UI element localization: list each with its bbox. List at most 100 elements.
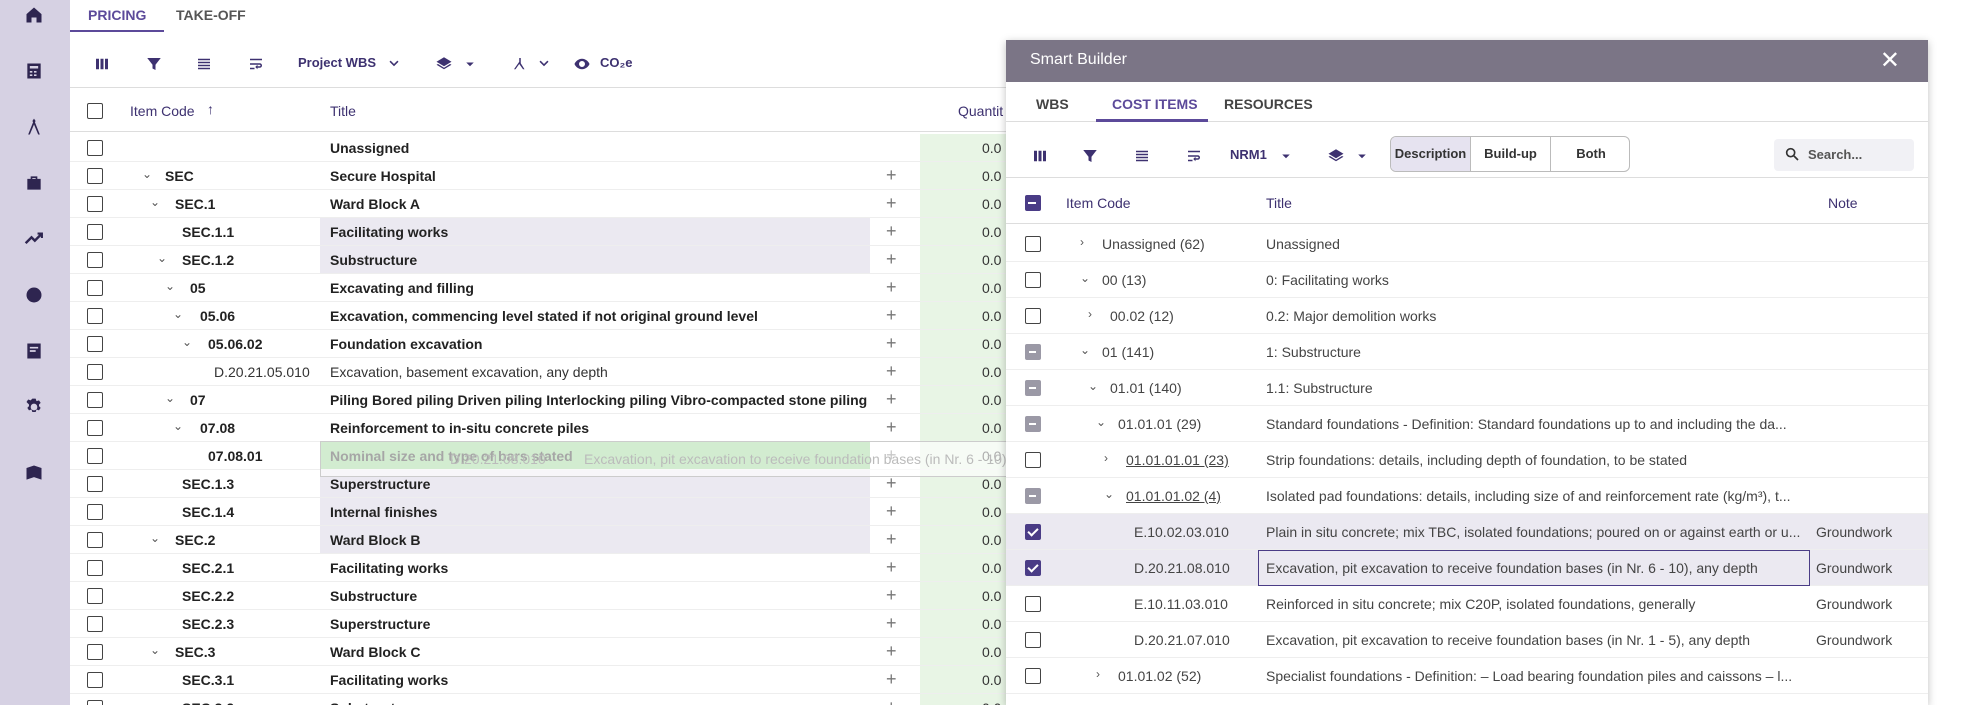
density-icon[interactable] xyxy=(194,54,214,74)
column-item-code[interactable]: Item Code xyxy=(1066,195,1131,211)
row-checkbox[interactable] xyxy=(87,448,103,464)
row-checkbox[interactable] xyxy=(1025,524,1041,540)
chevron-down-icon[interactable] xyxy=(534,54,554,74)
tab-wbs[interactable]: WBS xyxy=(1036,96,1069,112)
eye-icon[interactable] xyxy=(572,54,592,74)
row-checkbox[interactable] xyxy=(87,252,103,268)
add-icon[interactable]: + xyxy=(886,305,897,326)
chevron-down-icon[interactable]: ⌄ xyxy=(142,167,152,181)
cost-item-row[interactable]: ⌄ 01 (141) 1: Substructure xyxy=(1006,334,1928,370)
add-icon[interactable]: + xyxy=(886,417,897,438)
cost-item-row[interactable]: ⌄ 01.01.01.02 (4) Isolated pad foundations… xyxy=(1006,478,1928,514)
both-toggle[interactable]: Both xyxy=(1551,137,1629,171)
row-checkbox[interactable] xyxy=(87,364,103,380)
cost-item-row[interactable]: ⌄ 01.01.01 (29) Standard foundations - Def… xyxy=(1006,406,1928,442)
wrap-text-icon[interactable] xyxy=(1184,146,1204,166)
caret-down-icon[interactable] xyxy=(460,54,480,74)
add-icon[interactable]: + xyxy=(886,249,897,270)
row-checkbox[interactable] xyxy=(87,280,103,296)
trend-chart-icon[interactable] xyxy=(23,228,45,250)
table-row[interactable]: SEC.1.4 Internal finishes +0.0 xyxy=(70,498,1010,526)
add-icon[interactable]: + xyxy=(886,613,897,634)
add-icon[interactable]: + xyxy=(886,389,897,410)
table-row[interactable]: ⌄ SEC.2 Ward Block B +0.0 xyxy=(70,526,1010,554)
add-icon[interactable]: + xyxy=(886,165,897,186)
search-input[interactable]: Search... xyxy=(1774,139,1914,171)
row-checkbox[interactable] xyxy=(87,532,103,548)
cost-item-row[interactable]: › 00.02 (12) 0.2: Major demolition works xyxy=(1006,298,1928,334)
table-row[interactable]: SEC.2.2 Substructure +0.0 xyxy=(70,582,1010,610)
row-checkbox[interactable] xyxy=(1025,488,1041,504)
table-row[interactable]: ⌄ 07 Piling Bored piling Driven piling Int… xyxy=(70,386,1010,414)
chevron-down-icon[interactable]: ⌄ xyxy=(182,335,192,349)
chevron-down-icon[interactable]: ⌄ xyxy=(150,643,160,657)
column-title[interactable]: Title xyxy=(330,103,356,119)
row-checkbox[interactable] xyxy=(87,224,103,240)
row-checkbox[interactable] xyxy=(87,672,103,688)
table-row[interactable]: ⌄ SEC.3 Ward Block C +0.0 xyxy=(70,638,1010,666)
cost-item-row[interactable]: D.20.21.08.010 Excavation, pit excavation… xyxy=(1006,550,1928,586)
chevron-down-icon[interactable]: ⌄ xyxy=(173,419,183,433)
add-icon[interactable]: + xyxy=(886,361,897,382)
table-row[interactable]: ⌄ SEC.1 Ward Block A +0.0 xyxy=(70,190,1010,218)
add-icon[interactable]: + xyxy=(886,697,897,705)
row-checkbox[interactable] xyxy=(87,644,103,660)
row-checkbox[interactable] xyxy=(87,140,103,156)
table-row[interactable]: SEC.3.2 Substructure +0.0 xyxy=(70,694,1010,705)
cost-item-row[interactable]: ⌄ 01.01 (140) 1.1: Substructure xyxy=(1006,370,1928,406)
table-row[interactable]: SEC.2.3 Superstructure +0.0 xyxy=(70,610,1010,638)
chevron-down-icon[interactable]: ⌄ xyxy=(157,251,167,265)
tab-pricing[interactable]: PRICING xyxy=(70,0,165,32)
density-icon[interactable] xyxy=(1132,146,1152,166)
row-checkbox[interactable] xyxy=(1025,380,1041,396)
row-checkbox[interactable] xyxy=(87,588,103,604)
layers-icon[interactable] xyxy=(434,54,454,74)
cost-item-row[interactable]: › 01.01.02 (52) Specialist foundations - D… xyxy=(1006,658,1928,694)
row-checkbox[interactable] xyxy=(1025,560,1041,576)
chevron-down-icon[interactable] xyxy=(384,54,404,74)
chevron-down-icon[interactable]: ⌄ xyxy=(1080,271,1090,285)
row-checkbox[interactable] xyxy=(87,336,103,352)
chevron-right-icon[interactable]: › xyxy=(1080,235,1084,249)
description-toggle[interactable]: Description xyxy=(1391,137,1471,171)
select-all-checkbox[interactable] xyxy=(1025,195,1041,211)
chevron-down-icon[interactable]: ⌄ xyxy=(165,279,175,293)
select-all-checkbox[interactable] xyxy=(87,103,103,119)
add-icon[interactable]: + xyxy=(886,557,897,578)
chevron-down-icon[interactable]: ⌄ xyxy=(1104,487,1114,501)
column-item-code[interactable]: Item Code xyxy=(130,103,195,119)
home-icon[interactable] xyxy=(23,4,45,26)
chevron-down-icon[interactable]: ⌄ xyxy=(1088,379,1098,393)
add-icon[interactable]: + xyxy=(886,585,897,606)
row-checkbox[interactable] xyxy=(1025,416,1041,432)
table-row[interactable]: SEC.3.1 Facilitating works +0.0 xyxy=(70,666,1010,694)
layers-icon[interactable] xyxy=(1326,146,1346,166)
table-row[interactable]: SEC.1.1 Facilitating works +0.0 xyxy=(70,218,1010,246)
row-checkbox[interactable] xyxy=(87,420,103,436)
cost-item-row[interactable]: › Unassigned (62) Unassigned xyxy=(1006,226,1928,262)
columns-icon[interactable] xyxy=(92,54,112,74)
table-row[interactable]: Unassigned 0.0 xyxy=(70,134,1010,162)
chevron-right-icon[interactable]: › xyxy=(1088,307,1092,321)
add-icon[interactable]: + xyxy=(886,221,897,242)
row-checkbox[interactable] xyxy=(1025,344,1041,360)
tab-cost-items[interactable]: COST ITEMS xyxy=(1112,96,1198,112)
tab-take-off[interactable]: TAKE-OFF xyxy=(158,0,264,32)
add-icon[interactable]: + xyxy=(886,641,897,662)
column-title[interactable]: Title xyxy=(1266,195,1292,211)
row-checkbox[interactable] xyxy=(87,504,103,520)
row-checkbox[interactable] xyxy=(1025,452,1041,468)
chevron-down-icon[interactable]: ⌄ xyxy=(1080,343,1090,357)
chevron-down-icon[interactable]: ⌄ xyxy=(1096,415,1106,429)
chevron-down-icon[interactable]: ⌄ xyxy=(150,531,160,545)
nrm-dropdown[interactable]: NRM1 xyxy=(1230,147,1267,162)
report-icon[interactable] xyxy=(23,340,45,362)
table-row[interactable]: ⌄ SEC.1.2 Substructure +0.0 xyxy=(70,246,1010,274)
column-quantity[interactable]: Quantit xyxy=(958,103,1003,119)
row-checkbox[interactable] xyxy=(1025,308,1041,324)
cost-item-row[interactable]: › 01.01.01.01 (23) Strip foundations: deta… xyxy=(1006,442,1928,478)
row-checkbox[interactable] xyxy=(87,196,103,212)
add-icon[interactable]: + xyxy=(886,669,897,690)
briefcase-icon[interactable] xyxy=(23,172,45,194)
row-checkbox[interactable] xyxy=(87,392,103,408)
